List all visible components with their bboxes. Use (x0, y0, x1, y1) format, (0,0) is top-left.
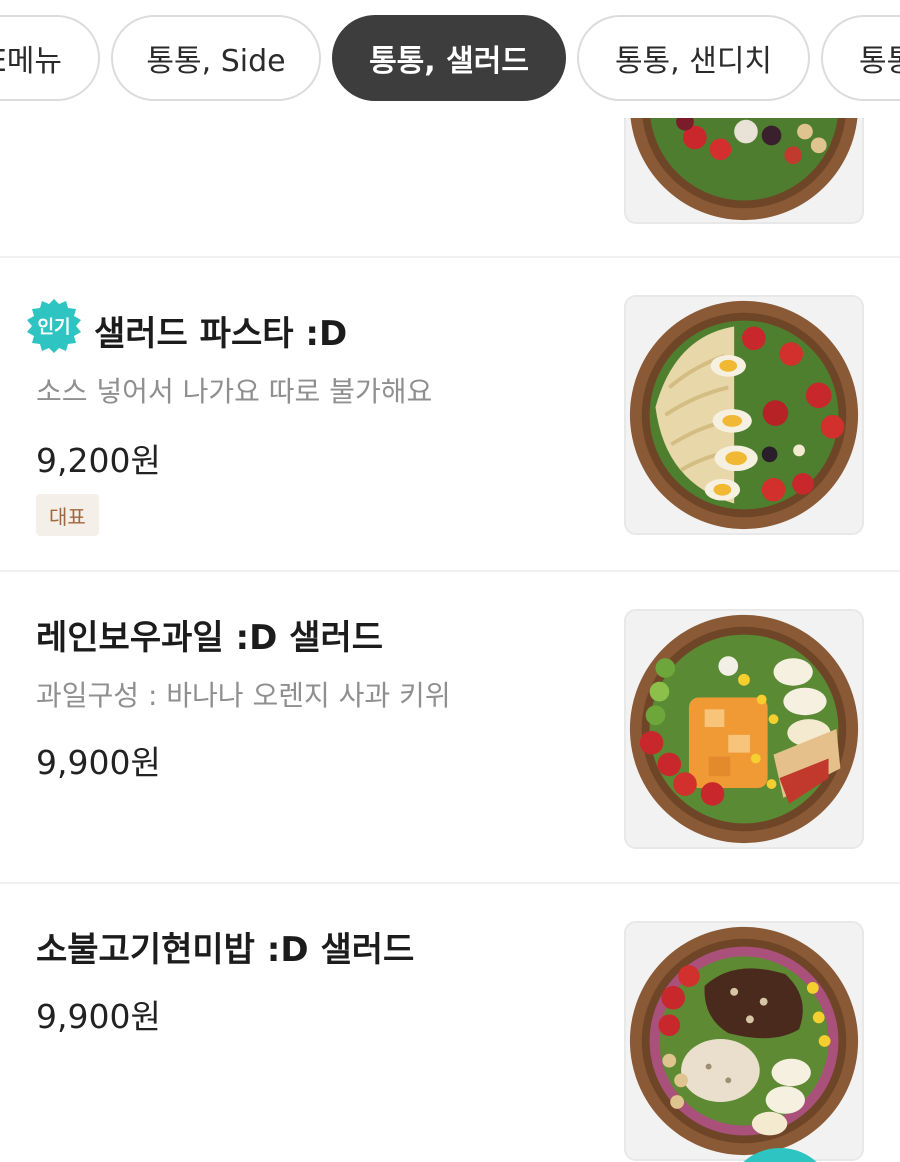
menu-item-description: 소스 넣어서 나가요 따로 불가해요 (36, 375, 433, 408)
salad-pasta-photo-icon (626, 297, 862, 533)
tab-label: 통통, 샌디치 (614, 44, 773, 79)
menu-item-photo (624, 295, 864, 535)
tab-label: 통통 (859, 44, 900, 79)
menu-item-photo (624, 921, 864, 1161)
menu-item[interactable]: 인기 샐러드 파스타 :D 소스 넣어서 나가요 따로 불가해요 9,200원 … (0, 258, 900, 572)
tab-sandwich[interactable]: 통통, 샌디치 (577, 15, 810, 101)
tab-side[interactable]: 통통, Side (111, 15, 321, 101)
menu-item-description: 과일구성 : 바나나 오렌지 사과 키위 (36, 679, 451, 712)
signature-tag: 대표 (36, 494, 99, 536)
menu-item[interactable] (0, 58, 900, 258)
fruit-salad-photo-icon (626, 611, 862, 847)
menu-item-photo (624, 609, 864, 849)
menu-item-name: 레인보우과일 :D 샐러드 (36, 618, 384, 658)
tab-salad[interactable]: 통통, 샐러드 (332, 15, 566, 101)
menu-item-name: 샐러드 파스타 :D (94, 314, 348, 354)
badge-label: 인기 (37, 317, 71, 338)
tab-recommended[interactable]: E메뉴 (0, 15, 100, 101)
tab-label: 통통, 샐러드 (369, 44, 529, 79)
category-tabs: E메뉴 통통, Side 통통, 샐러드 통통, 샌디치 통통 (0, 0, 900, 118)
popular-badge: 인기 (26, 298, 82, 354)
menu-item[interactable]: 소불고기현미밥 :D 샐러드 9,900원 (0, 884, 900, 1162)
tab-more[interactable]: 통통 (821, 15, 900, 101)
menu-item[interactable]: 레인보우과일 :D 샐러드 과일구성 : 바나나 오렌지 사과 키위 9,900… (0, 572, 900, 884)
menu-item-price: 9,900원 (36, 997, 161, 1036)
menu-page: E메뉴 통통, Side 통통, 샐러드 통통, 샌디치 통통 (0, 0, 900, 1162)
tab-label: E메뉴 (0, 44, 62, 79)
menu-item-price: 9,200원 (36, 441, 161, 480)
tab-label: 통통, Side (146, 44, 286, 79)
bulgogi-rice-salad-photo-icon (626, 923, 862, 1159)
menu-item-name: 소불고기현미밥 :D 샐러드 (36, 930, 415, 970)
menu-item-price: 9,900원 (36, 743, 161, 782)
